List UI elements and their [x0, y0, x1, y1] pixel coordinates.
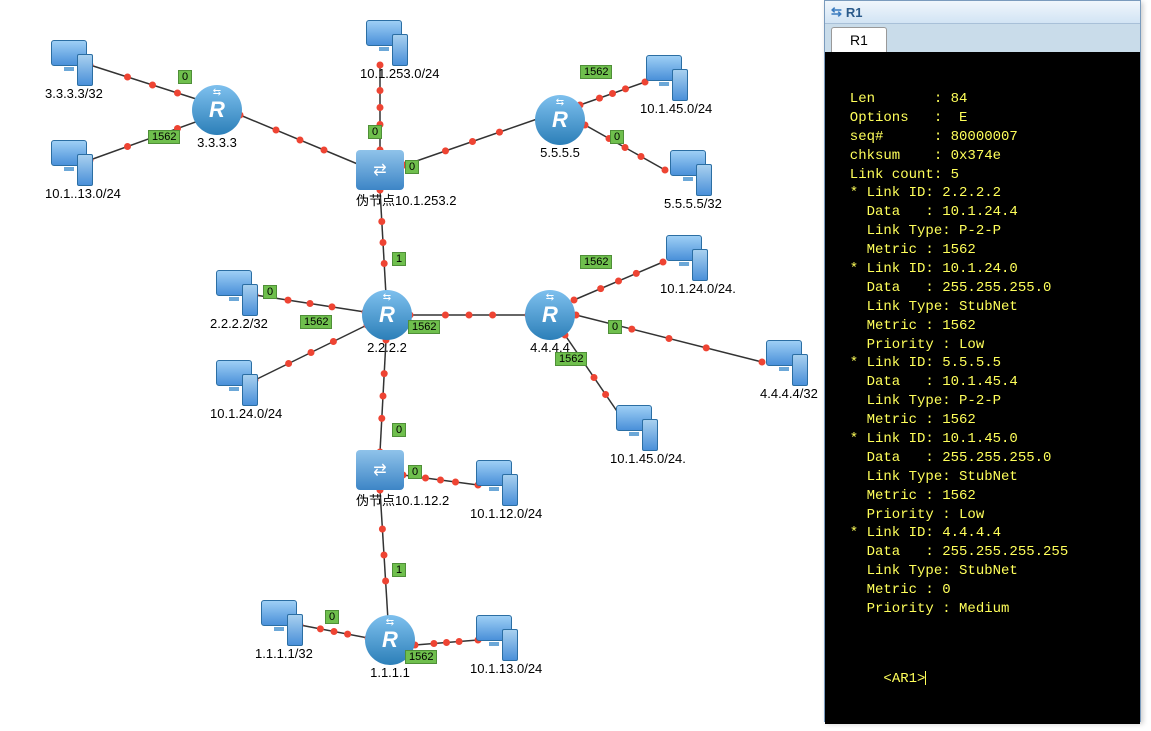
metric-badge: 1562	[405, 650, 437, 664]
terminal-window[interactable]: R1 R1 Len : 84 Options : E seq# : 800000…	[824, 0, 1141, 722]
metric-badge: 1562	[580, 65, 612, 79]
metric-badge: 0	[178, 70, 192, 84]
window-title: R1	[846, 5, 863, 20]
metric-badge: 1562	[408, 320, 440, 334]
metric-badge: 0	[325, 610, 339, 624]
terminal-line: Metric : 0	[833, 581, 1132, 600]
terminal-line: Len : 84	[833, 90, 1132, 109]
metric-badge: 1562	[300, 315, 332, 329]
metric-badge: 0	[368, 125, 382, 139]
terminal-line: Link Type: StubNet	[833, 562, 1132, 581]
tab-bar: R1	[825, 24, 1140, 52]
terminal-line: Data : 10.1.24.4	[833, 203, 1132, 222]
terminal-line: Options : E	[833, 109, 1132, 128]
metric-badge: 0	[405, 160, 419, 174]
terminal-line: Data : 255.255.255.0	[833, 449, 1132, 468]
terminal-output[interactable]: Len : 84 Options : E seq# : 80000007 chk…	[825, 52, 1140, 724]
metric-badge: 0	[392, 423, 406, 437]
metric-badge: 1562	[555, 352, 587, 366]
terminal-line: * Link ID: 10.1.24.0	[833, 260, 1132, 279]
badges-layer: 0 1562 0 0 1562 0 1 0 1562 1562 1562 0 1562 0 0 1 0 1562	[0, 0, 820, 731]
terminal-line: Link Type: P-2-P	[833, 392, 1132, 411]
topology-canvas[interactable]: 3.3.3.35.5.5.52.2.2.24.4.4.41.1.1.1⇄伪节点1…	[0, 0, 820, 731]
terminal-line: Metric : 1562	[833, 241, 1132, 260]
terminal-line: * Link ID: 2.2.2.2	[833, 184, 1132, 203]
metric-badge: 1562	[580, 255, 612, 269]
terminal-line: Metric : 1562	[833, 487, 1132, 506]
terminal-line: chksum : 0x374e	[833, 147, 1132, 166]
terminal-line: Priority : Low	[833, 506, 1132, 525]
terminal-line: * Link ID: 5.5.5.5	[833, 354, 1132, 373]
terminal-line: Data : 255.255.255.0	[833, 279, 1132, 298]
metric-badge: 0	[610, 130, 624, 144]
metric-badge: 0	[608, 320, 622, 334]
tab-r1[interactable]: R1	[831, 27, 887, 52]
terminal-line: * Link ID: 4.4.4.4	[833, 524, 1132, 543]
title-bar[interactable]: R1	[825, 1, 1140, 24]
terminal-line: Link Type: P-2-P	[833, 222, 1132, 241]
metric-badge: 0	[263, 285, 277, 299]
metric-badge: 1	[392, 563, 406, 577]
terminal-line: Metric : 1562	[833, 317, 1132, 336]
terminal-lines: Len : 84 Options : E seq# : 80000007 chk…	[833, 90, 1132, 619]
metric-badge: 1	[392, 252, 406, 266]
terminal-line: Priority : Low	[833, 336, 1132, 355]
terminal-line: Metric : 1562	[833, 411, 1132, 430]
terminal-line: Link count: 5	[833, 166, 1132, 185]
metric-badge: 1562	[148, 130, 180, 144]
tab-label: R1	[850, 32, 868, 48]
terminal-line: seq# : 80000007	[833, 128, 1132, 147]
terminal-line: Priority : Medium	[833, 600, 1132, 619]
prompt: <AR1>	[883, 671, 925, 687]
terminal-line: Link Type: StubNet	[833, 468, 1132, 487]
metric-badge: 0	[408, 465, 422, 479]
prompt-line: <AR1>	[833, 651, 1132, 708]
terminal-line: Data : 255.255.255.255	[833, 543, 1132, 562]
terminal-line: Data : 10.1.45.4	[833, 373, 1132, 392]
terminal-line: Link Type: StubNet	[833, 298, 1132, 317]
cursor-icon	[925, 671, 926, 685]
terminal-line: * Link ID: 10.1.45.0	[833, 430, 1132, 449]
